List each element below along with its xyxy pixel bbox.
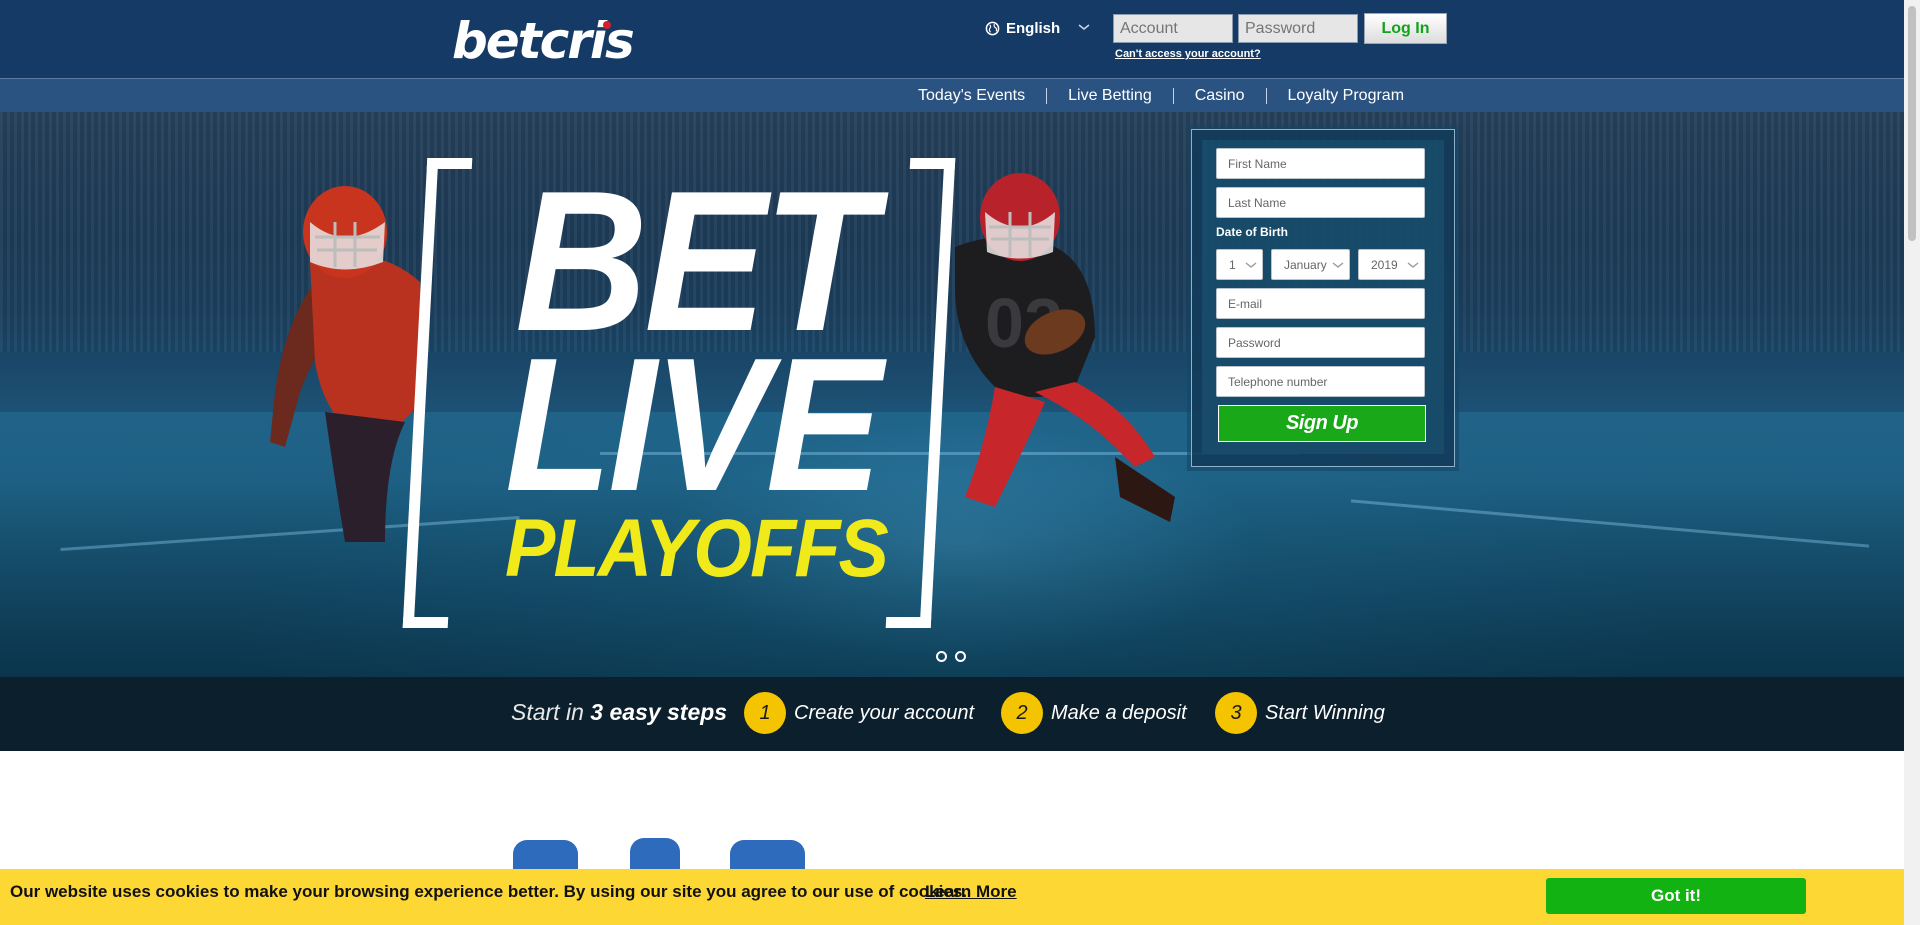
hero-headline-live: LIVE: [505, 319, 882, 531]
hero-banner[interactable]: 02 BET LIVE PLAYOFFS: [0, 112, 1904, 677]
globe-icon: [985, 21, 1000, 36]
cookie-accept-button[interactable]: Got it!: [1546, 878, 1806, 914]
dob-month-value: January: [1284, 257, 1327, 272]
hero-headline-playoffs: PLAYOFFS: [505, 503, 889, 594]
chevron-down-icon: [1245, 262, 1257, 268]
steps-bar: Start in 3 easy steps 1 Create your acco…: [0, 677, 1904, 751]
site-header: betcris English Log In Can't access your…: [0, 0, 1904, 78]
telephone-field[interactable]: Telephone number: [1216, 366, 1425, 397]
scrollbar-thumb[interactable]: [1908, 6, 1916, 241]
language-label: English: [1006, 20, 1061, 37]
dob-day-select[interactable]: 1: [1216, 249, 1263, 280]
dob-year-select[interactable]: 2019: [1358, 249, 1425, 280]
cookie-text: Our website uses cookies to make your br…: [10, 882, 967, 901]
step-number: 3: [1215, 692, 1257, 734]
cookie-learn-more-link[interactable]: Learn More: [925, 882, 1017, 902]
main-nav: Today's Events Live Betting Casino Loyal…: [0, 78, 1904, 112]
field-line: [1350, 499, 1870, 548]
steps-intro-prefix: Start in: [511, 699, 584, 725]
page-scrollbar[interactable]: [1904, 0, 1920, 925]
account-input[interactable]: [1113, 14, 1233, 43]
language-selector[interactable]: English: [985, 20, 1060, 37]
cookie-banner: Our website uses cookies to make your br…: [0, 869, 1904, 925]
step-2: 2 Make a deposit: [1001, 692, 1187, 734]
carousel-dot-2[interactable]: [955, 651, 966, 662]
step-text: Create your account: [794, 701, 975, 724]
carousel-dots: [936, 651, 966, 662]
first-name-field[interactable]: First Name: [1216, 148, 1425, 179]
chevron-down-icon[interactable]: [1077, 22, 1091, 32]
dob-label: Date of Birth: [1216, 225, 1288, 239]
chevron-down-icon: [1332, 262, 1344, 268]
step-1: 1 Create your account: [744, 692, 974, 734]
dob-month-select[interactable]: January: [1271, 249, 1350, 280]
signup-form: First Name Last Name Date of Birth 1 Jan…: [1191, 129, 1455, 467]
steps-intro: Start in 3 easy steps: [511, 699, 727, 726]
logo-dot: [603, 21, 611, 29]
step-text: Start Winning: [1265, 701, 1385, 724]
chevron-down-icon: [1407, 262, 1419, 268]
steps-intro-bold: 3 easy steps: [590, 699, 728, 725]
nav-item-casino[interactable]: Casino: [1174, 88, 1267, 104]
email-field[interactable]: E-mail: [1216, 288, 1425, 319]
dob-year-value: 2019: [1371, 257, 1398, 272]
step-number: 1: [744, 692, 786, 734]
nav-item-live-betting[interactable]: Live Betting: [1047, 88, 1174, 104]
dob-day-value: 1: [1229, 257, 1236, 272]
last-name-field[interactable]: Last Name: [1216, 187, 1425, 218]
signup-password-field[interactable]: Password: [1216, 327, 1425, 358]
football-player-right: 02: [955, 173, 1175, 522]
step-3: 3 Start Winning: [1215, 692, 1385, 734]
login-button[interactable]: Log In: [1364, 13, 1447, 44]
step-number: 2: [1001, 692, 1043, 734]
forgot-account-link[interactable]: Can't access your account?: [1115, 48, 1261, 60]
password-input[interactable]: [1238, 14, 1358, 43]
nav-item-loyalty-program[interactable]: Loyalty Program: [1267, 88, 1426, 104]
step-text: Make a deposit: [1051, 701, 1187, 724]
nav-item-todays-events[interactable]: Today's Events: [904, 88, 1048, 104]
signup-button[interactable]: Sign Up: [1218, 405, 1426, 442]
carousel-dot-1[interactable]: [936, 651, 947, 662]
